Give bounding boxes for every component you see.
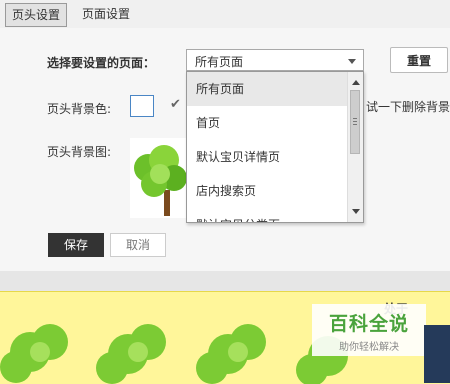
dark-corner <box>424 325 450 383</box>
select-page-label: 选择要设置的页面： <box>47 56 156 70</box>
cancel-button[interactable]: 取消 <box>110 233 166 257</box>
scrollbar-thumb[interactable] <box>350 90 360 154</box>
scroll-up-icon[interactable] <box>352 80 360 85</box>
dropdown-option[interactable]: 默认宝贝详情页 <box>187 140 350 174</box>
dropdown-option[interactable]: 所有页面 <box>187 72 350 106</box>
reset-button[interactable]: 重置 <box>390 47 448 73</box>
section-divider <box>0 271 450 291</box>
bg-image-label: 页头背景图: <box>47 145 112 159</box>
page-select[interactable]: 所有页面 <box>186 49 364 71</box>
watermark: 百科全说 助你轻松解决 <box>312 304 426 356</box>
tab-page-settings[interactable]: 页面设置 <box>76 3 136 25</box>
dropdown-option[interactable]: 店内搜索页 <box>187 174 350 208</box>
dropdown-scrollbar[interactable] <box>347 72 363 222</box>
dropdown-option[interactable]: 首页 <box>187 106 350 140</box>
bg-image-thumbnail[interactable] <box>130 138 186 218</box>
dropdown-option[interactable]: 默认宝贝分类页 <box>187 208 350 222</box>
checkmark-icon[interactable]: ✔ <box>170 97 181 112</box>
save-button[interactable]: 保存 <box>48 233 104 257</box>
tab-header-settings[interactable]: 页头设置 <box>5 3 68 27</box>
bg-color-picker[interactable] <box>130 95 154 117</box>
tab-bar: 页头设置 页面设置 <box>0 0 450 29</box>
page-select-value: 所有页面 <box>195 55 244 69</box>
bg-color-label: 页头背景色: <box>47 102 112 116</box>
scroll-down-icon[interactable] <box>352 209 360 214</box>
page-select-dropdown[interactable]: 所有页面 首页 默认宝贝详情页 店内搜索页 默认宝贝分类页 <box>186 71 364 223</box>
watermark-subtitle: 助你轻松解决 <box>339 342 399 353</box>
chevron-down-icon <box>348 59 356 64</box>
delete-bg-hint: 试一下删除背景 <box>366 100 450 114</box>
watermark-title: 百科全说 <box>328 313 409 335</box>
tree-icon <box>130 138 186 218</box>
